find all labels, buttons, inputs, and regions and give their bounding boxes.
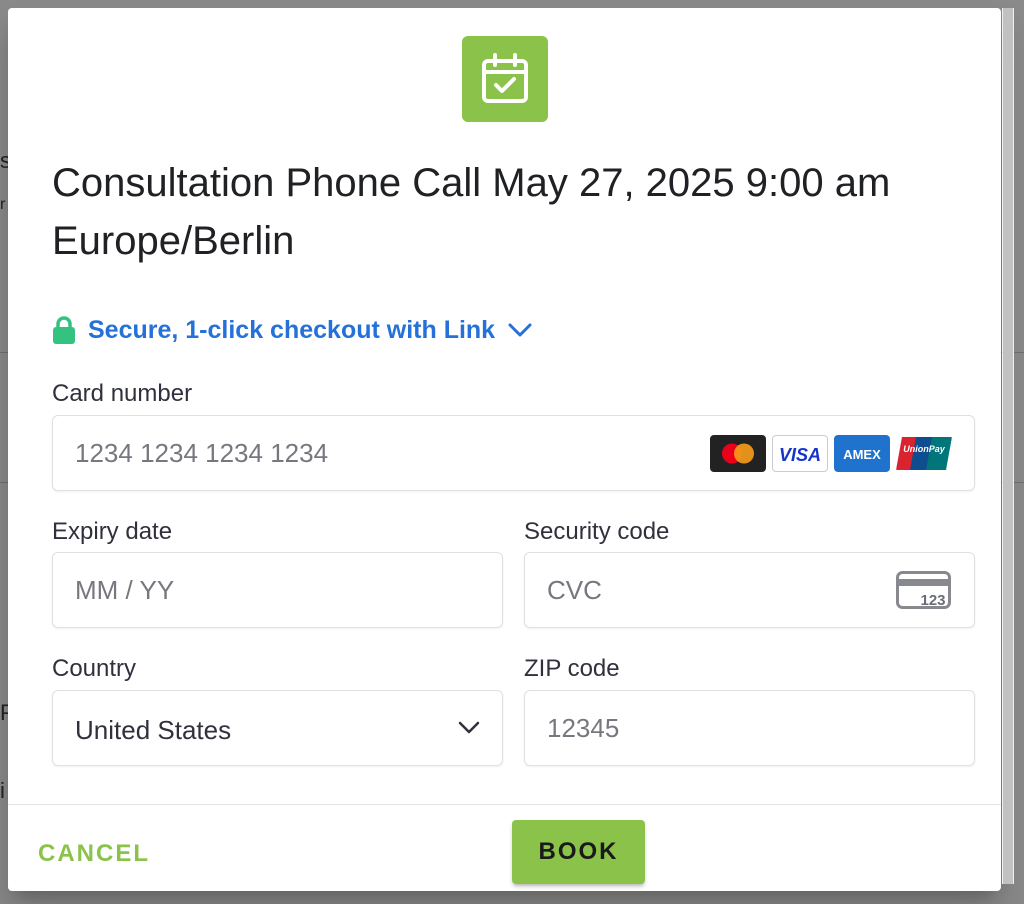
book-button[interactable]: BOOK [512,820,645,884]
svg-text:AMEX: AMEX [843,447,881,462]
card-number-field: VISA AMEX UnionPay [52,415,975,491]
background-text: r [0,196,6,213]
security-code-field: 123 [524,552,975,628]
svg-text:123: 123 [920,592,945,609]
scrollbar-thumb[interactable] [1003,8,1013,884]
zip-code-label: ZIP code [524,655,620,682]
unionpay-icon: UnionPay [896,435,952,472]
scrollbar[interactable] [1002,8,1014,884]
calendar-check-icon-svg [482,53,528,103]
visa-icon: VISA [772,435,828,472]
chevron-down-icon [508,323,532,337]
zip-code-input[interactable] [547,691,884,765]
country-label: Country [52,655,137,682]
expiry-date-label: Expiry date [52,518,173,545]
lock-icon [53,316,75,344]
cvc-card-icon: 123 [896,571,951,609]
zip-code-field [524,690,975,766]
expiry-date-input[interactable] [75,553,412,627]
card-brand-logos: VISA AMEX UnionPay [710,435,952,472]
country-select[interactable]: United States [52,690,503,766]
mastercard-icon [710,435,766,472]
booking-dialog: Consultation Phone Call May 27, 2025 9:0… [8,8,1001,891]
card-number-input[interactable] [75,416,766,490]
link-checkout-label: Secure, 1-click checkout with Link [88,315,496,344]
footer-divider [8,804,1001,805]
security-code-input[interactable] [547,553,884,627]
cancel-button[interactable]: CANCEL [28,834,160,874]
card-number-label: Card number [52,380,193,407]
amex-icon: AMEX [834,435,890,472]
svg-text:VISA: VISA [779,445,821,465]
svg-text:UnionPay: UnionPay [903,444,946,454]
dialog-title: Consultation Phone Call May 27, 2025 9:0… [52,161,891,263]
security-code-label: Security code [524,518,670,545]
country-select-value: United States [75,715,232,745]
link-checkout-toggle[interactable]: Secure, 1-click checkout with Link [52,310,533,350]
calendar-check-icon [462,36,548,122]
expiry-date-field [52,552,503,628]
chevron-down-icon [458,721,480,734]
background-text: i [0,778,5,803]
